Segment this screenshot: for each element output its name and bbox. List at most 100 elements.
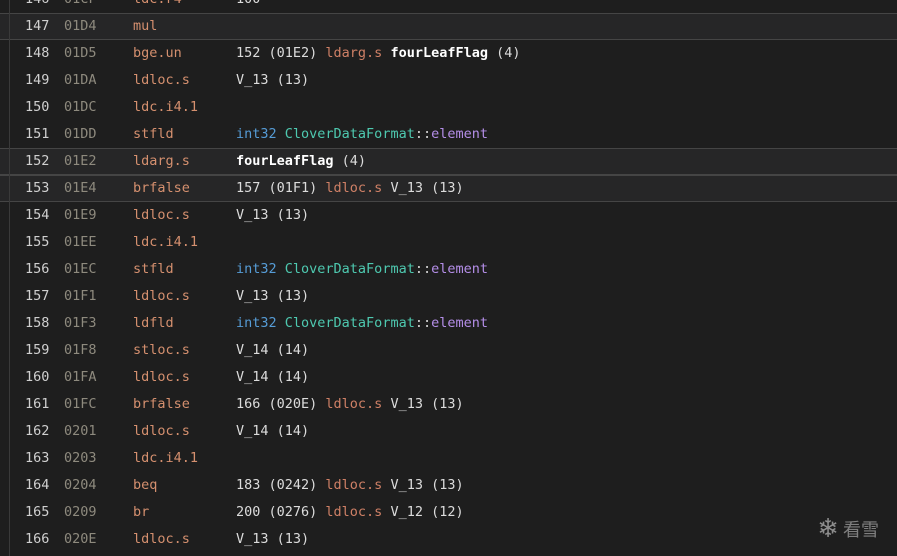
instruction-row[interactable]: 161 01FC brfalse 166 (020E) ldloc.s V_13 (1… [0,391,897,418]
line-number: 161 [25,396,50,412]
line-number: 149 [25,72,50,88]
il-offset: 01E2 [64,153,97,169]
instruction-row[interactable]: 147 01D4 mul [0,13,897,40]
opcode: ldarg.s [133,153,190,169]
il-offset: 01D5 [64,45,97,61]
operand-token-plain: 200 (0276) [236,504,326,520]
opcode: bge.un [133,45,182,61]
opcode: stfld [133,126,174,142]
operand-token-punct: :: [414,261,432,277]
instruction-row[interactable]: 159 01F8 stloc.s V_14 (14) [0,337,897,364]
operand-token-plain [277,126,285,142]
operand-token-plain: 157 (01F1) [236,180,326,196]
line-number: 166 [25,531,50,547]
operand-token-field[interactable]: element [431,126,488,142]
operand-token-op: ldloc.s [325,180,383,196]
instruction-row[interactable]: 156 01EC stfld int32 CloverDataFormat::elem… [0,256,897,283]
il-code-editor[interactable]: 14601CFldc.r410014701D4mul14801D5bge.un1… [0,0,897,556]
instruction-row[interactable]: 164 0204 beq 183 (0242) ldloc.s V_13 (13) [0,472,897,499]
opcode: ldc.r4 [133,0,182,13]
operand-token-op: ldloc.s [325,396,383,412]
operand-token-field[interactable]: element [431,261,488,277]
instruction-row[interactable]: 154 01E9 ldloc.s V_13 (13) [0,202,897,229]
operand-token-arg[interactable]: fourLeafFlag [236,153,334,169]
il-offset: 01DC [64,99,97,115]
instruction-row[interactable]: 152 01E2 ldarg.s fourLeafFlag (4) [0,148,897,175]
instruction-row[interactable]: 149 01DA ldloc.s V_13 (13) [0,67,897,94]
operand-token-class[interactable]: CloverDataFormat [285,126,415,142]
instruction-row[interactable]: 162 0201 ldloc.s V_14 (14) [0,418,897,445]
opcode: ldc.i4.1 [133,99,199,115]
instruction-row[interactable]: 155 01EE ldc.i4.1 [0,229,897,256]
operand: 100 [236,0,260,13]
operand-token-class[interactable]: CloverDataFormat [285,261,415,277]
operand-token-field[interactable]: element [431,315,488,331]
line-number: 148 [25,45,50,61]
il-offset: 01FC [64,396,97,412]
instruction-row[interactable]: 163 0203 ldc.i4.1 [0,445,897,472]
operand: 166 (020E) ldloc.s V_13 (13) [236,391,464,418]
operand-token-arg[interactable]: fourLeafFlag [390,45,488,61]
line-number: 154 [25,207,50,223]
operand: fourLeafFlag (4) [236,148,366,175]
opcode: stloc.s [133,342,190,358]
operand-token-type: int32 [236,126,277,142]
il-offset: 01DD [64,126,97,142]
opcode: brfalse [133,396,190,412]
line-number: 164 [25,477,50,493]
il-offset: 01E9 [64,207,97,223]
operand-token-plain: V_14 (14) [236,369,310,385]
line-number: 156 [25,261,50,277]
operand: int32 CloverDataFormat::element [236,310,488,337]
il-offset: 01E4 [64,180,97,196]
gutter-border [9,0,10,556]
operand: V_13 (13) [236,67,309,94]
operand: int32 CloverDataFormat::element [236,121,488,148]
operand-token-op: ldarg.s [325,45,383,61]
operand: 200 (0276) ldloc.s V_12 (12) [236,499,464,526]
il-offset: 0201 [64,423,97,439]
line-number: 163 [25,450,50,466]
operand-token-plain: V_13 (13) [236,72,310,88]
operand: V_13 (13) [236,283,309,310]
operand-token-plain: V_13 (13) [382,477,464,493]
opcode: mul [133,18,158,34]
line-number: 147 [25,18,50,34]
operand: V_13 (13) [236,526,309,553]
instruction-row[interactable]: 153 01E4 brfalse 157 (01F1) ldloc.s V_13 (1… [0,175,897,202]
line-number: 155 [25,234,50,250]
il-offset: 01EE [64,234,97,250]
operand-token-op: ldloc.s [325,477,383,493]
instruction-row[interactable]: 148 01D5 bge.un 152 (01E2) ldarg.s fourLeaf… [0,40,897,67]
instruction-row[interactable]: 165 0209 br 200 (0276) ldloc.s V_12 (12) [0,499,897,526]
instruction-row[interactable]: 146 01CF ldc.r4 100 [0,0,897,13]
instruction-row[interactable]: 157 01F1 ldloc.s V_13 (13) [0,283,897,310]
instruction-row[interactable]: 151 01DD stfld int32 CloverDataFormat::elem… [0,121,897,148]
operand-token-plain: 152 (01E2) [236,45,326,61]
instruction-row[interactable]: 150 01DC ldc.i4.1 [0,94,897,121]
watermark: ❄ 看雪 [817,516,879,542]
operand: V_14 (14) [236,418,309,445]
instruction-row[interactable]: 166 020E ldloc.s V_13 (13) [0,526,897,553]
line-number: 162 [25,423,50,439]
il-offset: 01F8 [64,342,97,358]
operand: 183 (0242) ldloc.s V_13 (13) [236,472,464,499]
operand: V_13 (13) [236,202,309,229]
line-number: 165 [25,504,50,520]
instruction-row[interactable]: 160 01FA ldloc.s V_14 (14) [0,364,897,391]
operand-token-plain: V_12 (12) [382,504,464,520]
line-number: 152 [25,153,50,169]
instruction-row[interactable]: 158 01F3 ldfld int32 CloverDataFormat::elem… [0,310,897,337]
opcode: stfld [133,261,174,277]
il-offset: 0209 [64,504,97,520]
opcode: ldloc.s [133,288,190,304]
operand-token-plain: V_13 (13) [236,288,310,304]
opcode: ldloc.s [133,72,190,88]
operand-token-plain: V_13 (13) [382,180,464,196]
operand-token-class[interactable]: CloverDataFormat [285,315,415,331]
opcode: ldloc.s [133,531,190,547]
operand: V_14 (14) [236,337,309,364]
line-number: 159 [25,342,50,358]
il-offset: 01D4 [64,18,97,34]
operand-token-plain: (4) [333,153,367,169]
